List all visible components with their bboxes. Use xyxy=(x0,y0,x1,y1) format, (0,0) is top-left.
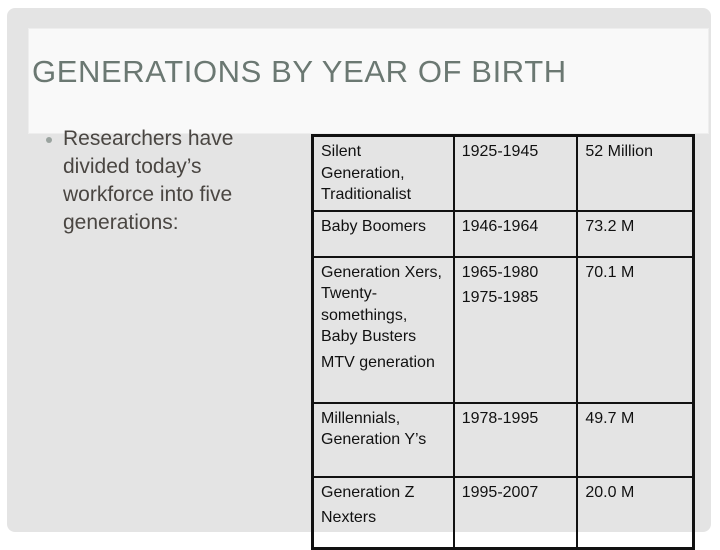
birth-years: 1965-1980 xyxy=(461,263,539,281)
generation-alias: MTV generation xyxy=(321,353,435,371)
birth-years-cell: 1965-1980 1975-1985 xyxy=(452,255,579,404)
population: 20.0 M xyxy=(585,483,635,501)
table-row: Generation Xers, Twenty-somethings, Baby… xyxy=(311,255,695,404)
birth-years-cell: 1925-1945 xyxy=(452,134,579,212)
population-cell: 20.0 M xyxy=(576,475,695,550)
population: 52 Million xyxy=(585,143,653,160)
table-row: Silent Generation, Traditionalist 1925-1… xyxy=(311,134,695,212)
generation-name: Generation Z xyxy=(321,483,415,501)
generations-table: Silent Generation, Traditionalist 1925-1… xyxy=(311,134,695,550)
birth-years-cell: 1978-1995 xyxy=(452,401,579,478)
table-row: Baby Boomers 1946-1964 73.2 M xyxy=(311,209,695,258)
generation-name: Silent Generation, Traditionalist xyxy=(321,143,412,203)
generation-name-cell: Millennials, Generation Y’s xyxy=(311,401,455,478)
generation-alias: Nexters xyxy=(321,509,377,526)
population: 73.2 M xyxy=(585,217,635,235)
population: 49.7 M xyxy=(585,409,635,427)
population-cell: 70.1 M xyxy=(576,255,695,404)
population-cell: 52 Million xyxy=(576,134,695,212)
population: 70.1 M xyxy=(585,263,635,281)
bullet-item: Researchers have divided today’s workfor… xyxy=(44,125,284,237)
population-cell: 73.2 M xyxy=(576,209,695,258)
birth-years: 1995-2007 xyxy=(461,483,539,501)
bullet-list: Researchers have divided today’s workfor… xyxy=(44,125,284,237)
table-row: Generation Z Nexters 1995-2007 20.0 M xyxy=(311,475,695,550)
birth-years-cell: 1946-1964 xyxy=(452,209,579,258)
birth-years: 1978-1995 xyxy=(461,409,539,427)
birth-years: 1946-1964 xyxy=(461,217,539,235)
birth-years-cell: 1995-2007 xyxy=(452,475,579,550)
generation-name-cell: Silent Generation, Traditionalist xyxy=(311,134,455,212)
generation-name-cell: Generation Z Nexters xyxy=(311,475,455,550)
generation-name: Generation Xers, Twenty-somethings, Baby… xyxy=(321,263,442,346)
birth-years: 1925-1945 xyxy=(461,143,539,160)
generation-name-cell: Baby Boomers xyxy=(311,209,455,258)
bullet-text: Researchers have divided today’s workfor… xyxy=(63,127,234,234)
birth-years-alt: 1975-1985 xyxy=(461,289,539,306)
population-cell: 49.7 M xyxy=(576,401,695,478)
slide-title: GENERATIONS BY YEAR OF BIRTH xyxy=(32,54,567,89)
generation-name-cell: Generation Xers, Twenty-somethings, Baby… xyxy=(311,255,455,404)
generation-name: Millennials, Generation Y’s xyxy=(321,409,427,449)
table-row: Millennials, Generation Y’s 1978-1995 49… xyxy=(311,401,695,478)
bullet-dot-icon xyxy=(46,137,52,143)
generation-name: Baby Boomers xyxy=(321,217,426,235)
